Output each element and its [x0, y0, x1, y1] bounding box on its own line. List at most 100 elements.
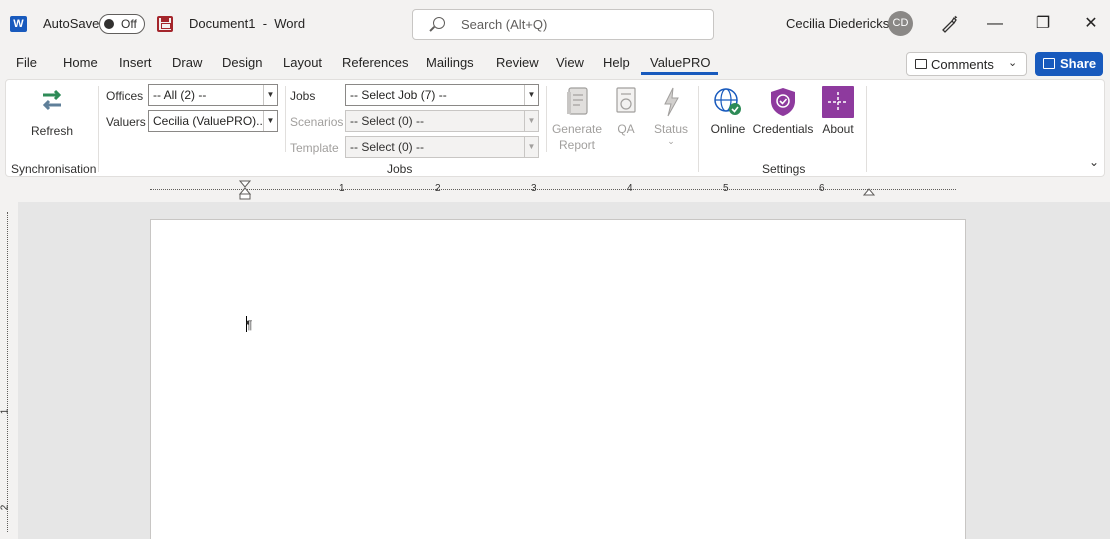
restore-icon[interactable]: ❐ [1033, 14, 1053, 34]
credentials-label: Credentials [752, 122, 814, 136]
group-label-synchronisation: Synchronisation [11, 162, 97, 176]
search-icon [433, 17, 445, 29]
qa-certificate-icon [616, 87, 636, 113]
tab-valuepro[interactable]: ValuePRO [650, 55, 710, 70]
jobs-value: -- Select Job (7) -- [350, 88, 447, 102]
tab-file[interactable]: File [16, 55, 37, 70]
word-app-icon: W [10, 16, 27, 32]
scenarios-label: Scenarios [290, 115, 344, 129]
share-button[interactable]: Share [1035, 52, 1103, 76]
right-indent-marker-icon[interactable] [863, 188, 875, 196]
generate-report-button[interactable]: Generate Report [551, 86, 603, 153]
save-icon[interactable] [157, 16, 173, 32]
tab-insert[interactable]: Insert [119, 55, 152, 70]
tab-help[interactable]: Help [603, 55, 630, 70]
search-box[interactable]: Search (Alt+Q) [412, 9, 714, 40]
ruler-ticks [7, 212, 9, 532]
horizontal-ruler[interactable]: 1 2 3 4 5 6 [0, 180, 1110, 200]
minimize-icon[interactable]: — [985, 14, 1005, 34]
tab-design[interactable]: Design [222, 55, 262, 70]
offices-label: Offices [106, 89, 144, 103]
tab-draw[interactable]: Draw [172, 55, 202, 70]
ruler-ticks [150, 189, 956, 191]
close-icon[interactable]: ✕ [1081, 14, 1101, 34]
tab-mailings[interactable]: Mailings [426, 55, 474, 70]
autosave-toggle[interactable]: Off [99, 14, 145, 34]
group-label-jobs: Jobs [387, 162, 413, 176]
valuers-label: Valuers [106, 115, 146, 129]
avatar[interactable]: CD [888, 11, 913, 36]
toggle-knob [104, 19, 114, 29]
designer-pen-icon[interactable] [940, 15, 958, 33]
offices-value: -- All (2) -- [153, 88, 207, 102]
refresh-button[interactable]: Refresh [26, 86, 78, 139]
title-bar: W AutoSave Off Document1 - Word Search (… [0, 0, 1110, 48]
credentials-button[interactable]: Credentials [752, 86, 814, 137]
scenarios-value: -- Select (0) -- [350, 114, 425, 128]
share-icon [1043, 58, 1055, 69]
chevron-down-icon: ⌄ [1008, 57, 1018, 69]
group-divider [866, 86, 867, 172]
search-placeholder: Search (Alt+Q) [461, 17, 548, 32]
generate-report-label-1: Generate [551, 122, 603, 136]
template-value: -- Select (0) -- [350, 140, 425, 154]
chevron-down-icon: ▼ [524, 137, 538, 157]
ruler-number: 1 [0, 408, 11, 415]
tab-view[interactable]: View [556, 55, 584, 70]
share-label: Share [1060, 56, 1097, 71]
status-label: Status [653, 122, 689, 136]
ruler-number: 5 [723, 183, 729, 194]
group-label-settings: Settings [762, 162, 806, 176]
group-divider [698, 86, 699, 172]
chevron-down-icon: ▼ [524, 85, 538, 105]
tab-references[interactable]: References [342, 55, 408, 70]
chevron-down-icon: ⌄ [667, 136, 675, 146]
ruler-number: 1 [339, 183, 345, 194]
valuers-dropdown[interactable]: Cecilia (ValuePRO)... ▼ [148, 110, 278, 132]
autosave-label: AutoSave [43, 16, 100, 31]
user-name: Cecilia Diedericks [786, 16, 890, 31]
about-logo-icon [822, 86, 854, 118]
tab-home[interactable]: Home [63, 55, 98, 70]
comment-icon [915, 59, 927, 69]
group-divider [98, 86, 99, 172]
globe-check-icon [714, 88, 741, 115]
chevron-down-icon: ▼ [263, 85, 277, 105]
chevron-down-icon: ▼ [263, 111, 277, 131]
online-label: Online [710, 122, 746, 136]
template-label: Template [290, 141, 339, 155]
active-tab-indicator [641, 72, 718, 75]
collapse-ribbon-chevron-icon[interactable]: ⌄ [1089, 155, 1099, 169]
about-label: About [822, 122, 854, 136]
group-divider [285, 86, 286, 152]
jobs-label: Jobs [290, 89, 316, 103]
refresh-label: Refresh [30, 124, 74, 138]
online-button[interactable]: Online [706, 86, 750, 137]
scenarios-dropdown[interactable]: -- Select (0) -- ▼ [345, 110, 539, 132]
ribbon-tabs: File Home Insert Draw Design Layout Refe… [0, 48, 1110, 78]
about-button[interactable]: About [818, 86, 858, 137]
qa-button[interactable]: QA [611, 86, 641, 137]
ribbon-valuepro: Refresh Synchronisation Offices -- All (… [5, 79, 1105, 177]
vertical-ruler[interactable]: 1 2 [0, 202, 18, 539]
status-button[interactable]: Status ⌄ [649, 86, 693, 146]
jobs-dropdown[interactable]: -- Select Job (7) -- ▼ [345, 84, 539, 106]
template-dropdown[interactable]: -- Select (0) -- ▼ [345, 136, 539, 158]
chevron-down-icon: ▼ [524, 111, 538, 131]
tab-review[interactable]: Review [496, 55, 539, 70]
shield-check-icon [771, 88, 795, 116]
tab-layout[interactable]: Layout [283, 55, 322, 70]
comments-button[interactable]: Comments ⌄ [906, 52, 1027, 76]
ruler-number: 4 [627, 183, 633, 194]
comments-label: Comments [931, 57, 994, 72]
valuers-value: Cecilia (ValuePRO)... [153, 114, 263, 128]
qa-label: QA [617, 122, 635, 136]
document-page[interactable]: ¶ [150, 219, 966, 539]
indent-marker-icon[interactable] [239, 180, 251, 200]
autosave-state: Off [121, 17, 137, 31]
refresh-icon [42, 89, 62, 111]
generate-report-label-2: Report [558, 138, 596, 152]
group-divider [546, 86, 547, 152]
document-title: Document1 - Word [189, 16, 306, 31]
offices-dropdown[interactable]: -- All (2) -- ▼ [148, 84, 278, 106]
